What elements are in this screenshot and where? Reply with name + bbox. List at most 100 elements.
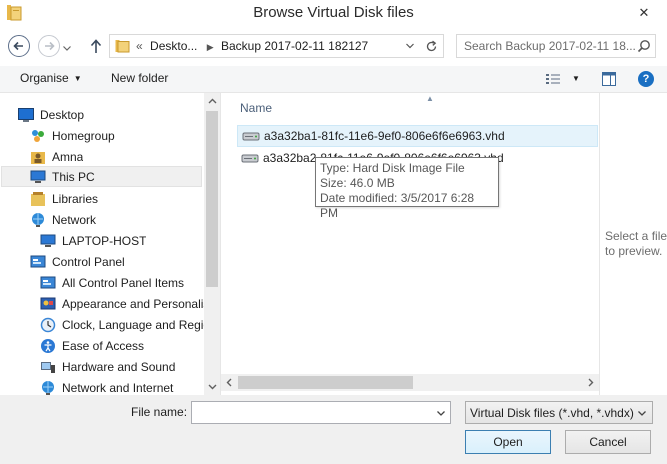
scroll-down-button[interactable] [204,379,220,395]
chevron-left-icon [226,378,232,387]
preview-pane-button[interactable] [601,71,617,87]
tree-item-label: This PC [52,169,95,184]
tree-item-desktop[interactable]: Desktop [18,104,84,125]
tree-item-label: Clock, Language and Region [62,317,204,332]
scroll-thumb[interactable] [238,376,413,389]
arrow-up-icon [90,39,102,53]
column-header-name[interactable]: Name [240,101,272,115]
back-button[interactable] [8,35,30,57]
close-icon: ✕ [638,5,650,20]
tree-item-network[interactable]: Network [30,209,96,230]
change-view-button[interactable]: ▼ [545,71,581,87]
new-folder-button[interactable]: New folder [111,71,168,85]
chevron-down-icon [437,410,445,416]
up-button[interactable] [87,36,105,56]
file-name-combobox[interactable] [191,401,451,424]
cancel-button[interactable]: Cancel [565,430,651,454]
address-dropdown-button[interactable] [403,40,417,52]
tree-item-hardware-and-sound[interactable]: Hardware and Sound [40,356,204,377]
tree-item-laptop-host[interactable]: LAPTOP-HOST [40,230,146,251]
preview-message: Select a file to preview. [605,229,667,258]
clock-icon [40,317,56,332]
preview-pane: Select a file to preview. [599,93,667,395]
tree-item-label: LAPTOP-HOST [62,233,147,248]
search-icon[interactable] [637,39,651,56]
homegroup-icon [32,129,44,142]
network-icon [32,212,44,227]
network-icon [42,380,54,395]
scroll-thumb[interactable] [206,111,218,287]
tree-item-clock-language-region[interactable]: Clock, Language and Region [40,314,204,335]
preview-pane-icon [602,72,616,86]
chevron-down-icon [208,384,216,390]
recent-locations-button[interactable] [62,42,72,52]
help-icon: ? [642,73,650,85]
hard-disk-icon [241,154,259,163]
tooltip-size: Size: 46.0 MB [320,176,395,190]
navigation-scrollbar[interactable] [204,93,220,395]
file-list-horizontal-scrollbar[interactable] [221,374,599,391]
file-name-input[interactable] [194,404,424,421]
address-bar[interactable]: « Deskto... ▶ Backup 2017-02-11 182127 [109,34,444,58]
tooltip-type: Type: Hard Disk Image File [320,161,465,175]
scroll-left-button[interactable] [221,374,237,391]
dialog-footer: File name: Virtual Disk files (*.vhd, *.… [0,395,667,464]
open-button[interactable]: Open [465,430,551,454]
breadcrumb-desktop[interactable]: Deskto... [150,39,197,53]
sort-ascending-icon: ▲ [426,94,434,103]
tree-item-label: Network and Internet [62,380,174,395]
navigation-bar: « Deskto... ▶ Backup 2017-02-11 182127 S… [0,26,667,66]
chevron-up-icon [208,98,216,104]
tree-item-label: Hardware and Sound [62,359,176,374]
tree-item-ease-of-access[interactable]: Ease of Access [40,335,204,356]
help-button[interactable]: ? [638,71,654,87]
close-button[interactable]: ✕ [621,0,667,26]
tree-item-libraries[interactable]: Libraries [30,188,98,209]
file-list: ▲ Name a3a32ba1-81fc-11e6-9ef0-806e6f6e6… [221,93,599,395]
file-name-label: File name: [131,405,188,419]
file-type-filter-select[interactable]: Virtual Disk files (*.vhd, *.vhdx) [465,401,653,424]
arrow-right-icon [45,41,55,51]
tree-item-label: Control Panel [52,254,125,269]
scroll-right-button[interactable] [583,374,599,391]
breadcrumb: « Deskto... ▶ Backup 2017-02-11 182127 [136,39,372,53]
file-row[interactable]: a3a32ba1-81fc-11e6-9ef0-806e6f6e6963.vhd [237,125,598,147]
desktop-icon [18,107,34,122]
chevron-down-icon [63,46,71,51]
tree-item-amna[interactable]: Amna [30,146,83,167]
tree-item-control-panel[interactable]: Control Panel [30,251,125,272]
organise-label: Organise [20,71,69,85]
tree-item-all-control-panel-items[interactable]: All Control Panel Items [40,272,204,293]
tooltip-date-modified: Date modified: 3/5/2017 6:28 PM [320,191,475,220]
tree-item-this-pc[interactable]: This PC [1,166,202,187]
computer-icon [30,170,46,183]
control-panel-icon [30,255,46,267]
file-info-tooltip: Type: Hard Disk Image File Size: 46.0 MB… [315,157,499,220]
caret-down-icon: ▼ [73,74,82,83]
breadcrumb-overflow[interactable]: « [136,39,143,53]
chevron-down-icon [406,43,414,49]
file-name-dropdown-button[interactable] [435,407,447,419]
scroll-up-button[interactable] [204,93,220,109]
refresh-button[interactable] [421,37,441,55]
title-bar: Browse Virtual Disk files ✕ [0,0,667,26]
forward-button[interactable] [38,35,60,57]
search-box[interactable]: Search Backup 2017-02-11 18... [456,34,656,58]
chevron-down-icon [638,410,646,416]
search-placeholder[interactable]: Search Backup 2017-02-11 18... [464,39,636,53]
tree-item-homegroup[interactable]: Homegroup [30,125,115,146]
organise-button[interactable]: Organise ▼ [20,71,82,85]
control-panel-icon [40,276,56,288]
tree-item-label: Homegroup [52,128,115,143]
breadcrumb-backup[interactable]: Backup 2017-02-11 182127 [221,39,368,53]
tree-item-appearance[interactable]: Appearance and Personalisation [40,293,204,314]
hard-disk-icon [242,132,260,141]
command-toolbar: Organise ▼ New folder ▼ ? [0,66,667,93]
tree-item-label: Amna [52,149,84,164]
file-name: a3a32ba1-81fc-11e6-9ef0-806e6f6e6963.vhd [264,129,505,143]
breadcrumb-separator-icon[interactable]: ▶ [207,42,214,52]
window-title: Browse Virtual Disk files [253,4,414,21]
appearance-icon [40,297,56,309]
tree-item-label: Appearance and Personalisation [62,296,204,311]
file-type-dropdown-button[interactable] [636,407,648,419]
